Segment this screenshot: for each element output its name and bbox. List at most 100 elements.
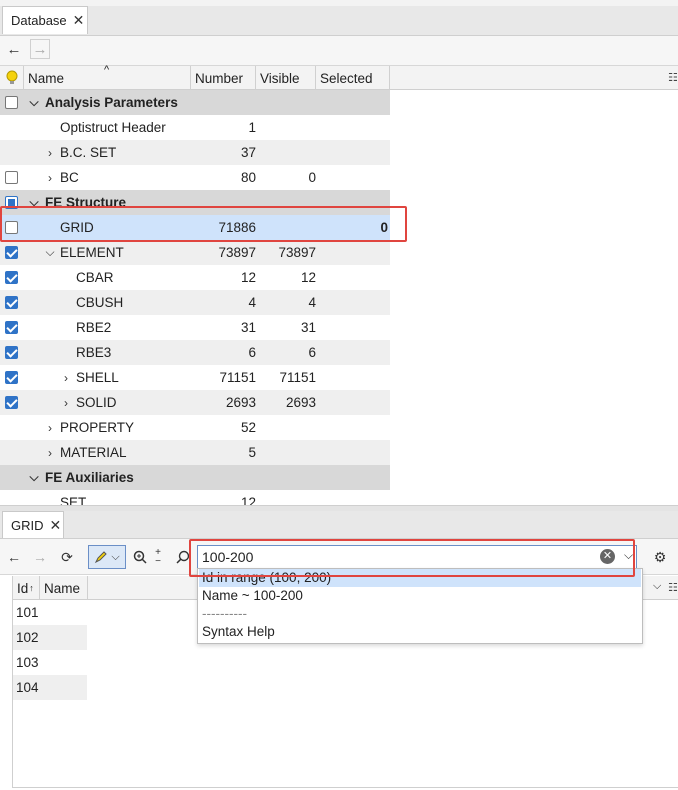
sort-ascending-icon: ↑ — [29, 583, 34, 593]
row-checkbox[interactable] — [5, 346, 18, 359]
row-number: 1 — [248, 120, 256, 135]
sort-ascending-icon: ^ — [104, 64, 110, 76]
tree-row-rbe3[interactable]: RBE3 6 6 — [0, 340, 390, 365]
chevron-down-icon[interactable]: ⌵ — [44, 245, 56, 260]
database-table-header: Name ^ Number Visible Selected ☷ — [0, 64, 678, 90]
row-id: 102 — [16, 630, 39, 645]
column-id-label: Id — [17, 580, 29, 596]
row-id: 101 — [16, 605, 39, 620]
row-number: 80 — [240, 170, 256, 185]
pen-icon — [95, 551, 108, 564]
chevron-right-icon[interactable]: › — [44, 421, 56, 435]
chevron-right-icon[interactable]: › — [44, 146, 56, 160]
tree-row-fe-auxiliaries[interactable]: ⌵ FE Auxiliaries — [0, 465, 390, 490]
chevron-down-icon: ⌵ — [111, 550, 120, 563]
row-checkbox[interactable] — [5, 396, 18, 409]
tree-row-element[interactable]: ⌵ ELEMENT 73897 73897 — [0, 240, 390, 265]
chevron-down-icon[interactable]: ⌵ — [28, 95, 40, 110]
suggestion-name-match[interactable]: Name ~ 100-200 — [202, 587, 303, 605]
row-checkbox[interactable] — [5, 96, 18, 109]
highlighter-tool-button[interactable]: ⌵ — [88, 545, 126, 569]
row-checkbox[interactable] — [5, 246, 18, 259]
back-arrow-icon[interactable]: ← — [4, 545, 24, 569]
row-label: RBE3 — [76, 345, 112, 360]
column-header-visible[interactable]: Visible — [256, 66, 316, 90]
chevron-right-icon[interactable]: › — [60, 396, 72, 410]
row-checkbox[interactable] — [5, 371, 18, 384]
tree-row-optistruct-header[interactable]: Optistruct Header 1 — [0, 115, 390, 140]
column-header-name[interactable]: Name ^ — [24, 64, 191, 90]
row-label: SET — [60, 495, 87, 505]
chevron-right-icon[interactable]: › — [44, 446, 56, 460]
row-visible: 12 — [300, 270, 316, 285]
row-label: SOLID — [76, 395, 117, 410]
suggestion-syntax-help[interactable]: Syntax Help — [202, 623, 275, 641]
row-number: 5 — [248, 445, 256, 460]
row-label: ELEMENT — [60, 245, 124, 260]
row-checkbox[interactable] — [5, 321, 18, 334]
plus-minus-icon[interactable]: + − — [151, 545, 165, 569]
tree-row-material[interactable]: › MATERIAL 5 — [0, 440, 390, 465]
column-name-label: Name — [44, 580, 81, 596]
tree-row-bc-set[interactable]: › B.C. SET 37 — [0, 140, 390, 165]
tree-row-rbe2[interactable]: RBE2 31 31 — [0, 315, 390, 340]
close-icon[interactable]: ✕ — [73, 12, 85, 29]
search-suggestions-dropdown: Id in range (100, 200) Name ~ 100-200 --… — [197, 568, 643, 644]
row-label: Optistruct Header — [60, 120, 166, 135]
column-header-number[interactable]: Number — [191, 66, 256, 90]
forward-arrow-icon[interactable]: → — [30, 39, 50, 59]
tab-grid[interactable]: GRID ✕ — [2, 511, 64, 538]
row-visible: 73897 — [278, 245, 316, 260]
table-row[interactable]: 101 — [13, 600, 87, 625]
settings-gear-icon[interactable]: ⚙ — [650, 545, 670, 569]
chevron-right-icon[interactable]: › — [44, 171, 56, 185]
column-chooser-icon[interactable]: ☷ — [668, 581, 678, 594]
row-label: SHELL — [76, 370, 119, 385]
table-row[interactable]: 104 — [13, 675, 87, 700]
zoom-icon[interactable] — [131, 545, 149, 569]
forward-arrow-icon[interactable]: → — [30, 545, 50, 569]
tree-row-solid[interactable]: › SOLID 2693 2693 — [0, 390, 390, 415]
tree-row-analysis-parameters[interactable]: ⌵ Analysis Parameters — [0, 90, 390, 115]
tree-row-cbar[interactable]: CBAR 12 12 — [0, 265, 390, 290]
column-header-id[interactable]: Id ↑ — [13, 576, 40, 600]
table-row[interactable]: 103 — [13, 650, 87, 675]
chevron-right-icon[interactable]: › — [60, 371, 72, 385]
column-header-selected[interactable]: Selected — [316, 66, 390, 90]
row-checkbox[interactable] — [5, 296, 18, 309]
lightbulb-icon[interactable] — [0, 66, 24, 90]
tree-row-bc[interactable]: › BC 80 0 — [0, 165, 390, 190]
row-number: 12 — [240, 495, 256, 505]
column-header-name[interactable]: Name — [40, 576, 88, 600]
tab-database-label: Database — [11, 13, 67, 28]
row-id: 104 — [16, 680, 39, 695]
column-visible-label: Visible — [260, 70, 300, 86]
row-label: PROPERTY — [60, 420, 135, 435]
chevron-down-icon[interactable]: ⌵ — [653, 580, 661, 593]
back-arrow-icon[interactable]: ← — [4, 39, 24, 59]
tree-row-shell[interactable]: › SHELL 71151 71151 — [0, 365, 390, 390]
row-visible: 71151 — [279, 370, 316, 385]
row-checkbox[interactable] — [5, 171, 18, 184]
suggestion-label: Syntax Help — [202, 624, 275, 639]
column-chooser-icon[interactable]: ☷ — [668, 71, 678, 84]
separator-label: ---------- — [202, 606, 247, 621]
chevron-down-icon[interactable]: ⌵ — [28, 470, 40, 485]
tree-row-set[interactable]: SET 12 — [0, 490, 390, 505]
tree-row-cbush[interactable]: CBUSH 4 4 — [0, 290, 390, 315]
tab-database[interactable]: Database ✕ — [2, 6, 88, 34]
close-icon[interactable]: ✕ — [50, 517, 62, 534]
database-tree: ⌵ Analysis Parameters Optistruct Header … — [0, 90, 390, 505]
suggestion-label: Name ~ 100-200 — [202, 588, 303, 603]
tree-row-property[interactable]: › PROPERTY 52 — [0, 415, 390, 440]
database-toolbar: ← → — [0, 36, 678, 66]
row-label: CBAR — [76, 270, 114, 285]
row-checkbox[interactable] — [5, 271, 18, 284]
table-row[interactable]: 102 — [13, 625, 87, 650]
row-label: B.C. SET — [60, 145, 117, 160]
row-number: 2693 — [225, 395, 256, 410]
row-visible: 0 — [308, 170, 316, 185]
refresh-icon[interactable]: ⟳ — [57, 545, 77, 569]
row-number: 73897 — [218, 245, 256, 260]
row-label: MATERIAL — [60, 445, 127, 460]
